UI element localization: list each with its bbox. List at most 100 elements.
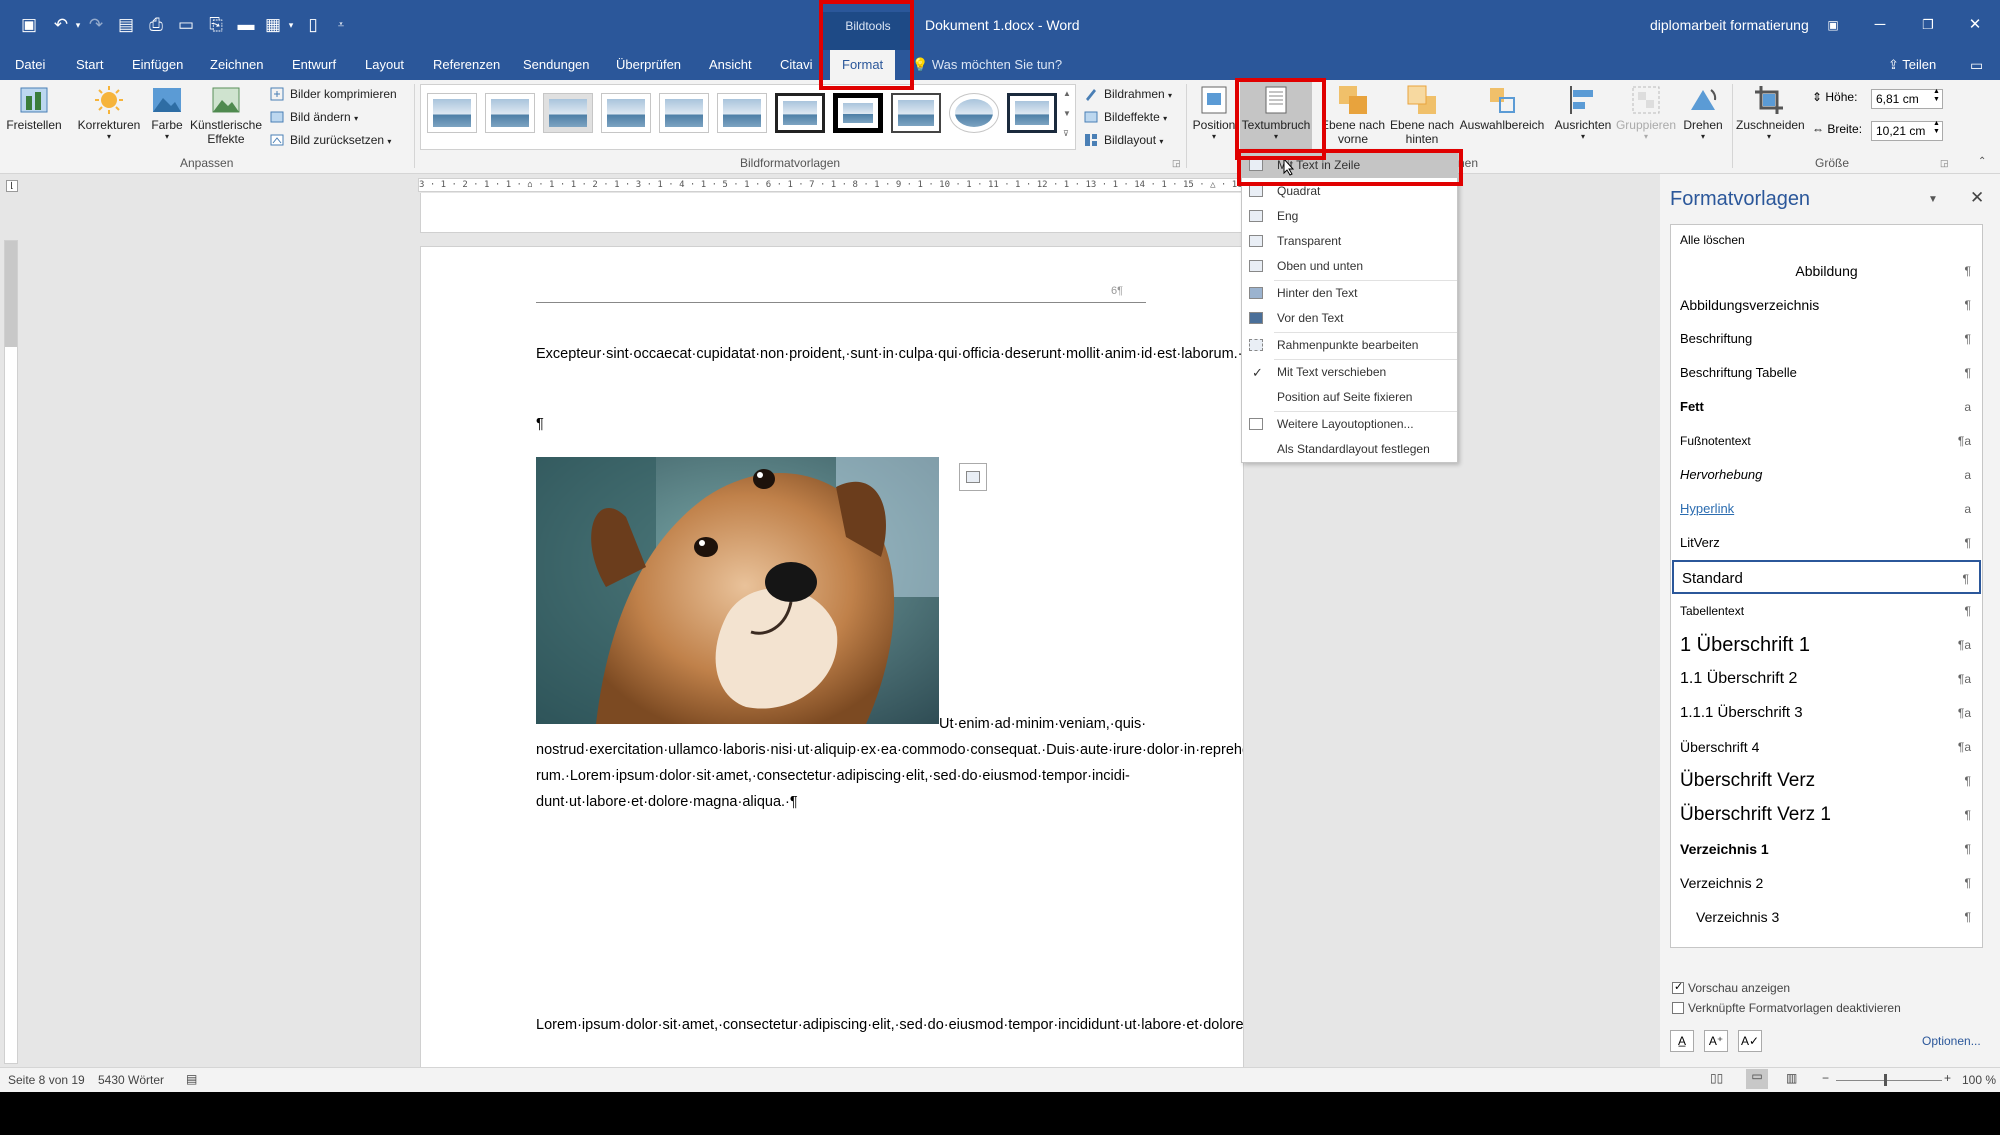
zoom-slider-thumb[interactable] bbox=[1884, 1074, 1887, 1086]
close-icon[interactable]: ✕ bbox=[1960, 12, 1990, 38]
style-fussnotentext[interactable]: Fußnotentext ¶a bbox=[1672, 424, 1981, 458]
horizontal-ruler[interactable]: 3 · 1 · 2 · 1 · 1 · ⌂ · 1 · 1 · 2 · 1 · … bbox=[418, 178, 1243, 192]
dropdown-item-quadrat[interactable]: Quadrat bbox=[1242, 179, 1457, 204]
style-fett[interactable]: Fett a bbox=[1672, 390, 1981, 424]
tab-ansicht[interactable]: Ansicht bbox=[709, 53, 752, 77]
tab-datei[interactable]: Datei bbox=[15, 53, 45, 77]
picture-style-7[interactable] bbox=[775, 93, 825, 133]
picture-style-6[interactable] bbox=[717, 93, 767, 133]
print-preview-icon[interactable]: ⎙ bbox=[145, 14, 167, 36]
zuschneiden-button[interactable]: Zuschneiden ▾ bbox=[1736, 84, 1805, 141]
dropdown-item-position-auf-seite-fixieren[interactable]: Position auf Seite fixieren bbox=[1242, 385, 1457, 410]
style-verzeichnis-3[interactable]: Verzeichnis 3 ¶ bbox=[1672, 900, 1981, 934]
dropdown-item-eng[interactable]: Eng bbox=[1242, 204, 1457, 229]
minimize-icon[interactable]: ─ bbox=[1865, 12, 1895, 38]
zoom-out-icon[interactable]: − bbox=[1822, 1071, 1829, 1085]
new-document-icon[interactable]: ▯ bbox=[302, 14, 324, 36]
paragraph-2[interactable]: nostrud·exercitation·ullamco·laboris·nis… bbox=[536, 737, 1243, 816]
dropdown-item-als-standardlayout-festlegen[interactable]: Als Standardlayout festlegen bbox=[1242, 437, 1457, 462]
pane-options-icon[interactable]: ▼ bbox=[1928, 194, 1938, 205]
picture-style-8[interactable] bbox=[833, 93, 883, 133]
picture-style-11[interactable] bbox=[1007, 93, 1057, 133]
bildlayout-button[interactable]: Bildlayout ▾ bbox=[1084, 130, 1163, 150]
style-verzeichnis-1[interactable]: Verzeichnis 1 ¶ bbox=[1672, 832, 1981, 866]
dropdown-item-transparent[interactable]: Transparent bbox=[1242, 229, 1457, 254]
share-button[interactable]: ⇪ Teilen bbox=[1888, 53, 1936, 77]
style-abbildungsverzeichnis[interactable]: Abbildungsverzeichnis ¶ bbox=[1672, 288, 1981, 322]
bild-aendern-button[interactable]: Bild ändern ▾ bbox=[270, 107, 358, 127]
collapse-ribbon-icon[interactable]: ⌃ bbox=[1978, 156, 1986, 167]
ausrichten-button[interactable]: Ausrichten ▾ bbox=[1552, 84, 1614, 141]
style-verzeichnis-2[interactable]: Verzeichnis 2 ¶ bbox=[1672, 866, 1981, 900]
save-icon[interactable]: ▣ bbox=[18, 14, 40, 36]
dropdown-item-mit-text-in-zeile[interactable]: Mit Text in Zeile bbox=[1242, 153, 1457, 178]
bildeffekte-button[interactable]: Bildeffekte ▾ bbox=[1084, 107, 1167, 127]
bildrahmen-button[interactable]: Bildrahmen ▾ bbox=[1084, 84, 1172, 104]
dropdown-item-mit-text-verschieben[interactable]: ✓ Mit Text verschieben bbox=[1242, 360, 1457, 385]
tab-einfuegen[interactable]: Einfügen bbox=[132, 53, 183, 77]
picture-style-5[interactable] bbox=[659, 93, 709, 133]
paragraph-2-first-line[interactable]: Ut·enim·ad·minim·veniam,·quis· bbox=[939, 711, 1149, 737]
style-clear-all[interactable]: Alle löschen bbox=[1672, 226, 1981, 254]
style-inspector-icon[interactable]: A⁺ bbox=[1704, 1030, 1728, 1052]
gruppieren-button[interactable]: Gruppieren ▾ bbox=[1614, 84, 1678, 141]
dog-photo[interactable] bbox=[536, 457, 939, 724]
tab-zeichnen[interactable]: Zeichnen bbox=[210, 53, 263, 77]
style-ueberschrift-1[interactable]: 1 Überschrift 1 ¶a bbox=[1672, 628, 1981, 662]
tab-format[interactable]: Format bbox=[830, 50, 896, 81]
view-icon[interactable]: ▬ bbox=[235, 14, 257, 36]
restore-icon[interactable]: ❐ bbox=[1913, 12, 1943, 38]
ebene-nach-hinten-button[interactable]: Ebene nach hinten bbox=[1388, 84, 1456, 146]
zoom-slider[interactable] bbox=[1836, 1080, 1942, 1081]
ebene-nach-vorne-button[interactable]: Ebene nach vorne bbox=[1318, 84, 1388, 146]
dropdown-item-rahmenpunkte-bearbeiten[interactable]: Rahmenpunkte bearbeiten bbox=[1242, 333, 1457, 358]
picture-style-4[interactable] bbox=[601, 93, 651, 133]
paragraph-3[interactable]: Lorem·ipsum·dolor·sit·amet,·consectetur·… bbox=[536, 1012, 1243, 1038]
style-ueberschrift-verz[interactable]: Überschrift Verz ¶ bbox=[1672, 764, 1981, 798]
empty-paragraph-mark[interactable]: ¶ bbox=[536, 411, 1146, 437]
style-hervorhebung[interactable]: Hervorhebung a bbox=[1672, 458, 1981, 492]
new-style-icon[interactable]: A̲ bbox=[1670, 1030, 1694, 1052]
page-count-status[interactable]: Seite 8 von 19 bbox=[8, 1073, 85, 1087]
style-ueberschrift-4[interactable]: Überschrift 4 ¶a bbox=[1672, 730, 1981, 764]
word-count-status[interactable]: 5430 Wörter bbox=[98, 1073, 164, 1087]
style-ueberschrift-3[interactable]: 1.1.1 Überschrift 3 ¶a bbox=[1672, 696, 1981, 730]
drehen-button[interactable]: Drehen ▾ bbox=[1678, 84, 1728, 141]
dropdown-item-oben-und-unten[interactable]: Oben und unten bbox=[1242, 254, 1457, 279]
gallery-scroll-up-icon[interactable]: ▲ bbox=[1063, 89, 1071, 98]
farbe-button[interactable]: Farbe ▾ bbox=[147, 84, 187, 141]
tab-start[interactable]: Start bbox=[76, 53, 103, 77]
style-standard[interactable]: Standard ¶ bbox=[1672, 560, 1981, 594]
tell-me-search[interactable]: 💡 Was möchten Sie tun? bbox=[912, 53, 1062, 77]
tab-entwurf[interactable]: Entwurf bbox=[292, 53, 336, 77]
size-launcher-icon[interactable]: ◲ bbox=[1940, 158, 1949, 169]
style-abbildung[interactable]: Abbildung ¶ bbox=[1672, 254, 1981, 288]
pane-close-icon[interactable]: ✕ bbox=[1970, 188, 1984, 208]
redo-icon[interactable]: ↷ bbox=[85, 14, 107, 36]
auswahlbereich-button[interactable]: Auswahlbereich bbox=[1456, 84, 1548, 132]
layout-options-button[interactable] bbox=[959, 463, 987, 491]
ribbon-display-options-icon[interactable]: ▣ bbox=[1818, 12, 1848, 38]
options-link[interactable]: Optionen... bbox=[1922, 1034, 1981, 1048]
picture-style-9[interactable] bbox=[891, 93, 941, 133]
bilder-komprimieren-button[interactable]: Bilder komprimieren bbox=[270, 84, 397, 104]
tab-sendungen[interactable]: Sendungen bbox=[523, 53, 590, 77]
tab-selector-icon[interactable]: ⌊ bbox=[6, 180, 18, 192]
picture-style-1[interactable] bbox=[427, 93, 477, 133]
style-ueberschrift-verz-1[interactable]: Überschrift Verz 1 ¶ bbox=[1672, 798, 1981, 832]
proofing-icon[interactable]: ▤ bbox=[186, 1072, 197, 1086]
width-spinner-icon[interactable]: ▲ ▼ bbox=[1933, 120, 1940, 136]
picture-style-3[interactable] bbox=[543, 93, 593, 133]
kuenstlerische-effekte-button[interactable]: Künstlerische Effekte bbox=[187, 84, 265, 146]
open-icon[interactable]: ▭ bbox=[175, 14, 197, 36]
tab-layout[interactable]: Layout bbox=[365, 53, 404, 77]
save-as-icon[interactable]: ▤ bbox=[115, 14, 137, 36]
freistellen-button[interactable]: Freistellen bbox=[6, 84, 62, 132]
bild-zuruecksetzen-button[interactable]: Bild zurücksetzen ▾ bbox=[270, 130, 391, 150]
vertical-ruler[interactable] bbox=[4, 240, 18, 1064]
style-beschriftung-tabelle[interactable]: Beschriftung Tabelle ¶ bbox=[1672, 356, 1981, 390]
user-name[interactable]: diplomarbeit formatierung bbox=[1650, 17, 1809, 33]
dropdown-item-vor-den-text[interactable]: Vor den Text bbox=[1242, 306, 1457, 331]
document-page[interactable]: 6¶ Excepteur·sint·occaecat·cupidatat·non… bbox=[420, 246, 1244, 1092]
zoom-level[interactable]: 100 % bbox=[1962, 1073, 1996, 1087]
